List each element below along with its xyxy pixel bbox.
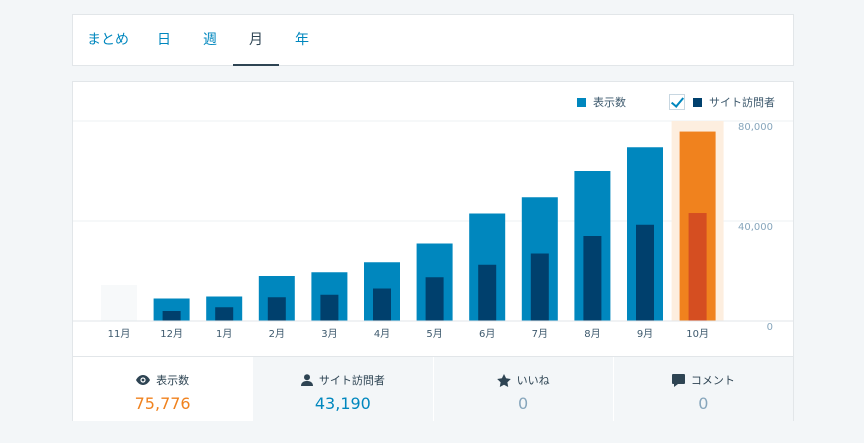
tab-summary[interactable]: まとめ bbox=[85, 15, 131, 66]
stats-chart-card: 表示数 サイト訪問者 80,000 40,000 0 11月 12月 1月 2月 3月 4月 5月… bbox=[72, 81, 794, 421]
eye-icon bbox=[136, 375, 151, 385]
period-tabs: まとめ 日 週 月 年 bbox=[72, 14, 794, 66]
summary-likes-value: 0 bbox=[518, 394, 529, 413]
bar-empty bbox=[101, 285, 137, 321]
legend-visitors[interactable]: サイト訪問者 bbox=[669, 94, 775, 110]
bar-visitors bbox=[373, 288, 391, 321]
x-tick-label: 11月 bbox=[108, 328, 131, 340]
legend-visitors-swatch bbox=[693, 97, 702, 107]
x-tick-label: 8月 bbox=[584, 328, 600, 340]
person-icon bbox=[300, 374, 313, 386]
summary-comments[interactable]: コメント 0 bbox=[612, 357, 793, 421]
bar-visitors bbox=[267, 297, 286, 321]
bar-visitors bbox=[162, 311, 181, 321]
y-tick-label: 80,000 bbox=[738, 122, 773, 133]
x-tick-label: 9月 bbox=[637, 328, 653, 340]
x-tick-label: 5月 bbox=[426, 328, 442, 340]
summary-likes[interactable]: いいね 0 bbox=[432, 357, 613, 421]
bar-chart: 80,000 40,000 0 11月 12月 1月 2月 3月 4月 5月 6月 7月 8月 9月 10月 bbox=[73, 120, 793, 340]
legend-views-label: 表示数 bbox=[593, 96, 626, 109]
summary-visitors[interactable]: サイト訪問者 43,190 bbox=[252, 357, 433, 421]
bar-visitors bbox=[530, 253, 549, 321]
y-tick-label: 0 bbox=[767, 322, 773, 333]
summary-views-label: 表示数 bbox=[156, 374, 190, 387]
bar-visitors bbox=[425, 277, 444, 321]
legend-views: 表示数 bbox=[577, 94, 626, 110]
legend-views-swatch bbox=[577, 97, 586, 107]
bar-visitors bbox=[636, 224, 654, 321]
bar-visitors bbox=[583, 236, 602, 321]
x-tick-label: 4月 bbox=[374, 328, 390, 340]
x-tick-label: 2月 bbox=[269, 328, 285, 340]
summary-visitors-label: サイト訪問者 bbox=[318, 374, 385, 387]
x-tick-label: 1月 bbox=[216, 328, 232, 340]
summary-tabs: 表示数 75,776 サイト訪問者 43,190 いいね 0 コメント 0 bbox=[73, 356, 793, 421]
tab-day[interactable]: 日 bbox=[151, 15, 177, 66]
bar-visitors bbox=[688, 213, 707, 321]
legend-visitors-label: サイト訪問者 bbox=[709, 96, 775, 109]
tab-year[interactable]: 年 bbox=[289, 15, 315, 66]
bar-visitors bbox=[478, 264, 497, 321]
x-tick-label: 3月 bbox=[321, 328, 337, 340]
summary-comments-value: 0 bbox=[698, 394, 709, 413]
summary-likes-label: いいね bbox=[516, 374, 550, 387]
x-tick-label: 10月 bbox=[686, 328, 709, 340]
visitors-toggle-checkbox[interactable] bbox=[669, 94, 685, 110]
summary-comments-label: コメント bbox=[690, 374, 735, 387]
x-tick-label: 7月 bbox=[532, 328, 548, 340]
star-icon bbox=[496, 373, 511, 387]
x-tick-label: 6月 bbox=[479, 328, 495, 340]
bar-visitors bbox=[320, 294, 339, 321]
y-tick-label: 40,000 bbox=[738, 222, 773, 233]
summary-visitors-value: 43,190 bbox=[314, 394, 371, 413]
summary-views[interactable]: 表示数 75,776 bbox=[73, 357, 253, 421]
tab-month[interactable]: 月 bbox=[233, 15, 279, 66]
bar-visitors bbox=[215, 307, 234, 321]
x-tick-label: 12月 bbox=[160, 328, 183, 340]
tab-week[interactable]: 週 bbox=[197, 15, 223, 66]
summary-views-value: 75,776 bbox=[134, 394, 191, 413]
comment-icon bbox=[671, 373, 685, 387]
